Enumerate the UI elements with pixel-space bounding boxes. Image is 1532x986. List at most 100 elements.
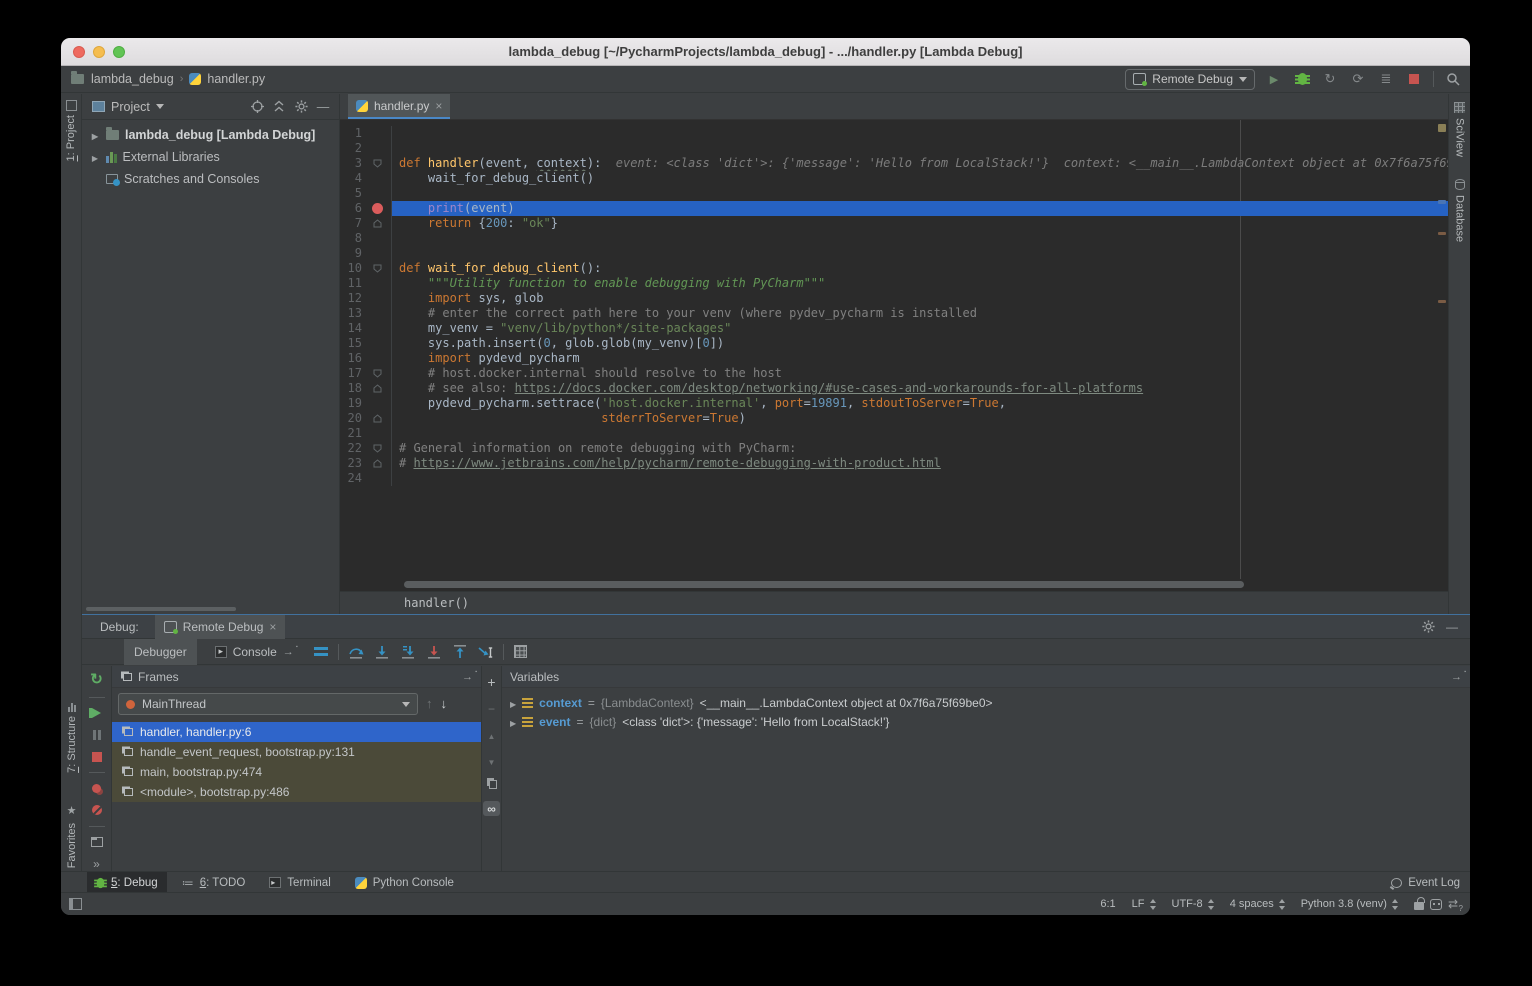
resume-button[interactable] (87, 707, 107, 720)
tab-debugger[interactable]: Debugger (124, 639, 197, 665)
code-line[interactable]: 5 (340, 186, 1448, 201)
stripe-mark[interactable] (1438, 232, 1446, 235)
inspections-profile-icon[interactable] (1430, 899, 1442, 910)
toolwindow-tab--debug[interactable]: 5: Debug (87, 872, 167, 894)
stack-frame-row[interactable]: <module>, bootstrap.py:486 (112, 782, 481, 802)
gutter[interactable]: 1 (340, 126, 392, 141)
stack-frame-row[interactable]: main, bootstrap.py:474 (112, 762, 481, 782)
expand-arrow-icon[interactable] (90, 150, 100, 164)
gutter[interactable]: 15 (340, 336, 392, 351)
step-over-button[interactable] (347, 643, 365, 661)
code-line[interactable]: 19 pydevd_pycharm.settrace('host.docker.… (340, 396, 1448, 411)
gutter[interactable]: 9 (340, 246, 392, 261)
code-line[interactable]: 10def wait_for_debug_client(): (340, 261, 1448, 276)
mute-breakpoints-button[interactable] (87, 804, 107, 817)
breadcrumb-file[interactable]: handler.py (207, 72, 265, 86)
gutter[interactable]: 3 (340, 156, 392, 171)
thread-selector[interactable]: MainThread (118, 693, 418, 715)
code-line[interactable]: 2 (340, 141, 1448, 156)
fold-marker-icon[interactable] (366, 456, 388, 471)
expand-arrow-icon[interactable] (90, 128, 100, 142)
move-up-button[interactable] (488, 728, 496, 742)
code-line[interactable]: 3def handler(event, context): event: <cl… (340, 156, 1448, 171)
code-line[interactable]: 23# https://www.jetbrains.com/help/pycha… (340, 456, 1448, 471)
restore-layout-button[interactable] (87, 835, 107, 848)
stack-frame-row[interactable]: handler, handler.py:6 (112, 722, 481, 742)
code-line[interactable]: 16 import pydevd_pycharm (340, 351, 1448, 366)
variable-row[interactable]: context={LambdaContext}<__main__.LambdaC… (502, 693, 1470, 712)
project-settings-button[interactable] (293, 99, 309, 115)
tab-console[interactable]: Console (205, 639, 304, 665)
breakpoint-icon[interactable] (372, 203, 383, 214)
coverage-button[interactable]: ↻ (1321, 70, 1339, 88)
toolwindow-tab-python-console[interactable]: Python Console (346, 872, 463, 894)
code-line[interactable]: 12 import sys, glob (340, 291, 1448, 306)
force-step-into-button[interactable] (399, 643, 417, 661)
gutter[interactable]: 7 (340, 216, 392, 231)
tree-item[interactable]: External Libraries (82, 146, 339, 168)
code-line[interactable]: 13 # enter the correct path here to your… (340, 306, 1448, 321)
code-line[interactable]: 1 (340, 126, 1448, 141)
toolwindow-database-button[interactable]: Database (1454, 179, 1466, 242)
gutter-cell[interactable] (366, 141, 388, 156)
gutter[interactable]: 17 (340, 366, 392, 381)
gutter[interactable]: 10 (340, 261, 392, 276)
run-to-cursor-button[interactable] (477, 643, 495, 661)
update-status-icon[interactable] (1448, 897, 1458, 911)
status-item[interactable]: UTF-8 (1172, 898, 1214, 910)
step-into-button[interactable] (373, 643, 391, 661)
close-session-icon[interactable] (269, 621, 276, 633)
event-log-button[interactable]: Event Log (1391, 877, 1460, 889)
search-everywhere-button[interactable] (1444, 70, 1462, 88)
gutter[interactable]: 8 (340, 231, 392, 246)
debug-button[interactable] (1293, 70, 1311, 88)
gutter-cell[interactable] (366, 471, 388, 486)
hide-panel-button[interactable]: — (315, 99, 331, 115)
fold-marker-icon[interactable] (366, 261, 388, 276)
fold-marker-icon[interactable] (366, 411, 388, 426)
toolwindow-structure-button[interactable]: 7: Structure (61, 695, 82, 779)
code-line[interactable]: 6 print(event) (340, 201, 1448, 216)
expand-arrow-icon[interactable] (510, 715, 516, 729)
gutter[interactable]: 23 (340, 456, 392, 471)
code-line[interactable]: 7 return {200: "ok"} (340, 216, 1448, 231)
breakpoint-gutter[interactable] (366, 201, 388, 216)
fold-marker-icon[interactable] (366, 216, 388, 231)
gutter-cell[interactable] (366, 336, 388, 351)
fold-marker-icon[interactable] (366, 381, 388, 396)
gutter-cell[interactable] (366, 426, 388, 441)
gutter[interactable]: 20 (340, 411, 392, 426)
gutter-cell[interactable] (366, 186, 388, 201)
tree-item[interactable]: lambda_debug [Lambda Debug] (82, 124, 339, 146)
code-line[interactable]: 22# General information on remote debugg… (340, 441, 1448, 456)
code-line[interactable]: 4 wait_for_debug_client() (340, 171, 1448, 186)
gutter[interactable]: 4 (340, 171, 392, 186)
editor-breadcrumb[interactable]: handler() (404, 596, 469, 610)
show-watches-toggle[interactable] (483, 801, 500, 816)
gutter[interactable]: 16 (340, 351, 392, 366)
stripe-mark[interactable] (1438, 124, 1446, 132)
gutter[interactable]: 6 (340, 201, 392, 216)
locate-file-button[interactable] (249, 99, 265, 115)
profiler-button[interactable]: ⟳ (1349, 70, 1367, 88)
gutter-cell[interactable] (366, 276, 388, 291)
gutter[interactable]: 5 (340, 186, 392, 201)
debug-session-tab[interactable]: Remote Debug (155, 615, 286, 639)
tree-item[interactable]: Scratches and Consoles (82, 168, 339, 190)
pin-icon[interactable] (1451, 671, 1462, 683)
toolwindow-sciview-button[interactable]: SciView (1454, 102, 1466, 157)
chevron-down-icon[interactable] (156, 104, 164, 109)
gutter[interactable]: 12 (340, 291, 392, 306)
gutter[interactable]: 13 (340, 306, 392, 321)
stripe-mark[interactable] (1438, 300, 1446, 303)
hide-debug-panel-button[interactable]: — (1444, 619, 1460, 635)
pin-icon[interactable] (462, 671, 473, 683)
code-line[interactable]: 24 (340, 471, 1448, 486)
gutter-cell[interactable] (366, 306, 388, 321)
toolwindow-project-button[interactable]: 1: Project (61, 94, 81, 167)
fold-marker-icon[interactable] (366, 441, 388, 456)
stop-button[interactable] (1405, 70, 1423, 88)
gutter-cell[interactable] (366, 291, 388, 306)
gutter[interactable]: 18 (340, 381, 392, 396)
unlock-icon[interactable] (1414, 902, 1424, 910)
